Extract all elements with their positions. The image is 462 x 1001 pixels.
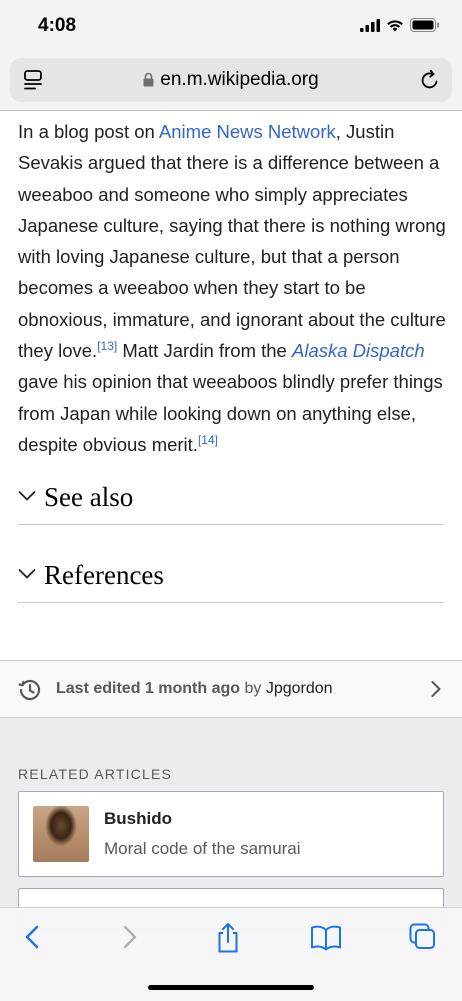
tabs-icon[interactable] xyxy=(408,922,438,952)
last-edited-prefix: Last edited 1 month ago xyxy=(56,680,241,697)
section-title: References xyxy=(44,560,164,590)
chevron-right-icon xyxy=(431,681,441,697)
section-title: See also xyxy=(44,482,134,512)
status-icons xyxy=(360,18,440,32)
text-span: gave his opinion that weeaboos blindly p… xyxy=(18,371,443,455)
link-text: Alaska Dispatch xyxy=(292,340,425,362)
link-alaska-dispatch[interactable]: Alaska Dispatch xyxy=(292,340,425,361)
browser-address-area: en.m.wikipedia.org xyxy=(0,52,462,111)
chevron-down-icon xyxy=(18,569,36,579)
text-span: In a blog post on xyxy=(18,121,159,142)
related-article-title: Bushido xyxy=(104,809,172,828)
last-edited-text: Last edited 1 month ago by Jpgordon xyxy=(56,680,333,698)
url-text: en.m.wikipedia.org xyxy=(160,69,319,90)
history-icon xyxy=(18,679,41,701)
article-paragraph: In a blog post on Anime News Network, Ju… xyxy=(18,116,446,460)
last-edited-bar[interactable]: Last edited 1 month ago by Jpgordon xyxy=(0,660,462,718)
reference-14[interactable]: [14] xyxy=(198,433,218,447)
wifi-icon xyxy=(387,19,403,31)
chevron-down-icon xyxy=(18,491,36,501)
reference-13[interactable]: [13] xyxy=(97,339,117,353)
home-indicator[interactable] xyxy=(148,985,314,990)
text-span: , Justin Sevakis argued that there is a … xyxy=(18,121,446,362)
editor-username: Jpgordon xyxy=(265,680,333,697)
article-thumbnail xyxy=(33,806,89,862)
by-text: by xyxy=(240,680,266,697)
back-icon[interactable] xyxy=(20,922,44,952)
text-span: Matt Jardin from the xyxy=(117,340,292,362)
status-bar: 4:08 xyxy=(0,0,462,52)
bookmarks-icon[interactable] xyxy=(310,922,342,952)
signal-icon xyxy=(360,18,380,32)
forward-icon[interactable] xyxy=(118,922,142,952)
share-icon[interactable] xyxy=(214,922,242,954)
section-see-also[interactable]: See also xyxy=(18,478,444,525)
related-article-description: Moral code of the samurai xyxy=(104,839,301,858)
section-references[interactable]: References xyxy=(18,556,444,603)
related-articles-label: RELATED ARTICLES xyxy=(18,766,173,782)
status-time: 4:08 xyxy=(38,15,77,36)
reload-icon[interactable] xyxy=(420,69,440,91)
link-anime-news-network[interactable]: Anime News Network xyxy=(159,121,336,142)
url-display[interactable]: en.m.wikipedia.org xyxy=(10,69,452,91)
battery-icon xyxy=(410,18,439,32)
address-bar[interactable]: en.m.wikipedia.org xyxy=(10,58,452,102)
lock-icon xyxy=(143,72,154,87)
related-article-card[interactable]: Bushido Moral code of the samurai xyxy=(18,791,444,877)
